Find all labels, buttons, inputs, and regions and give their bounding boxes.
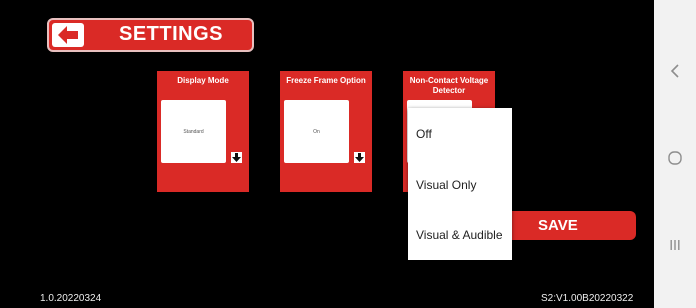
back-button[interactable] — [52, 23, 84, 47]
page-title: SETTINGS — [119, 23, 224, 45]
settings-header: SETTINGS — [47, 18, 254, 52]
down-arrow-icon — [355, 153, 364, 162]
recents-icon — [670, 240, 680, 250]
firmware-version: S2:V1.00B20220322 — [541, 293, 634, 304]
down-arrow-icon — [232, 153, 241, 162]
system-home-button[interactable] — [654, 150, 696, 169]
back-icon — [670, 64, 679, 78]
back-arrow-icon — [58, 26, 78, 44]
dropdown-option-visual-audible[interactable]: Visual & Audible — [416, 228, 503, 242]
home-icon — [668, 151, 682, 165]
freeze-frame-dropdown-button[interactable] — [354, 152, 365, 163]
display-mode-value: Standard — [183, 129, 204, 135]
system-navigation-bar — [654, 0, 696, 308]
display-mode-dropdown-button[interactable] — [231, 152, 242, 163]
display-mode-label: Display Mode — [177, 76, 229, 85]
freeze-frame-value-box[interactable]: On — [284, 100, 349, 163]
app-version: 1.0.20220324 — [40, 293, 102, 304]
freeze-frame-card: Freeze Frame Option On — [280, 71, 372, 192]
dropdown-option-off[interactable]: Off — [416, 127, 432, 141]
freeze-frame-label: Freeze Frame Option — [286, 76, 366, 85]
display-mode-card: Display Mode Standard — [157, 71, 249, 192]
freeze-frame-value: On — [313, 129, 320, 135]
display-mode-value-box[interactable]: Standard — [161, 100, 226, 163]
dropdown-option-visual-only[interactable]: Visual Only — [416, 178, 476, 192]
settings-screen: SETTINGS Display Mode Standard Freeze Fr… — [0, 0, 654, 308]
system-recents-button[interactable] — [654, 236, 696, 255]
voltage-detector-dropdown-menu: Off Visual Only Visual & Audible — [408, 108, 512, 260]
voltage-detector-label: Non-Contact Voltage Detector — [409, 76, 489, 95]
system-back-button[interactable] — [654, 63, 696, 82]
